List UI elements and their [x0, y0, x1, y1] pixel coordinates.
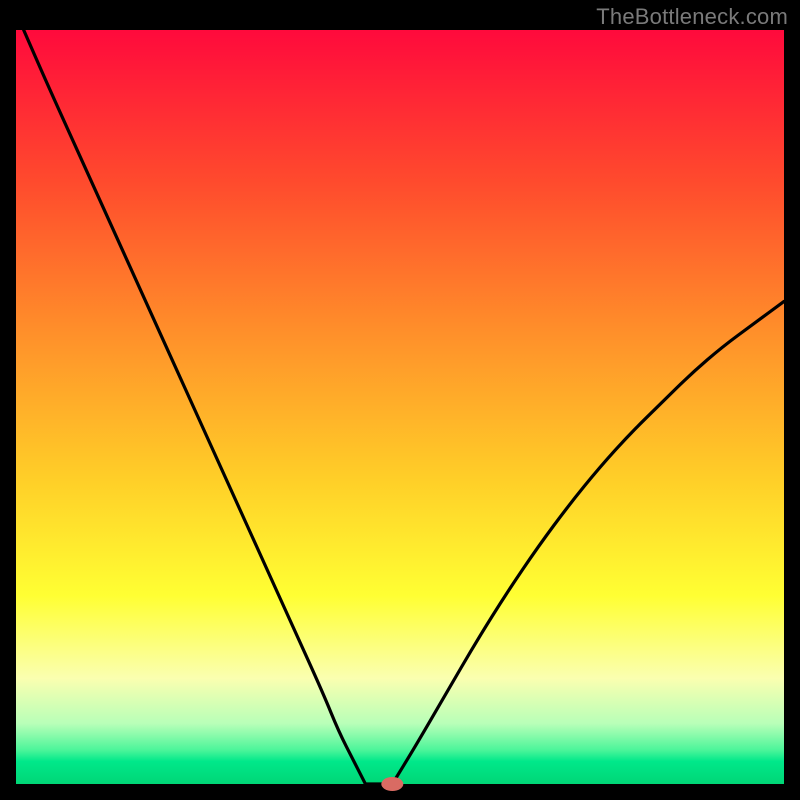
- chart-frame: TheBottleneck.com: [0, 0, 800, 800]
- plot-background: [16, 30, 784, 784]
- watermark-text: TheBottleneck.com: [596, 4, 788, 30]
- optimal-point-marker: [381, 777, 403, 791]
- bottleneck-chart: [0, 0, 800, 800]
